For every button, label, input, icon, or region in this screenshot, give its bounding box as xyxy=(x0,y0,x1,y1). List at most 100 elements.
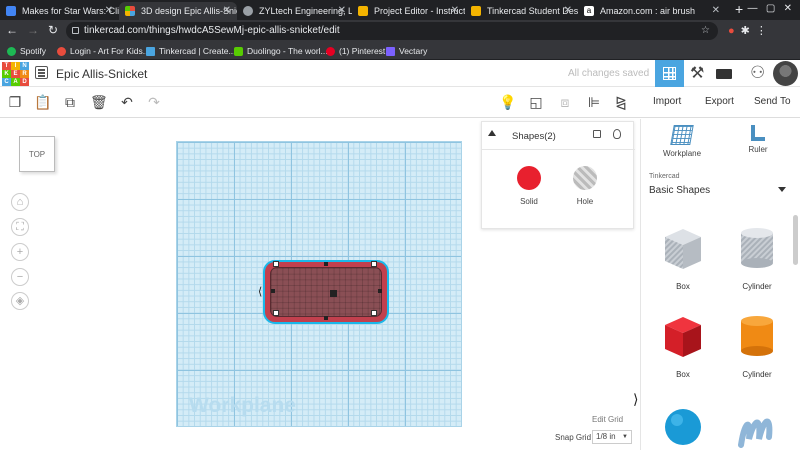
group-icon[interactable]: ⧈ xyxy=(557,94,573,110)
browser-tab[interactable]: Makes for Star Wars: Cli ✕ xyxy=(0,2,119,20)
note-icon[interactable]: ◱ xyxy=(528,94,544,110)
resize-handle[interactable] xyxy=(378,289,382,293)
design-menu-icon[interactable] xyxy=(35,66,48,79)
bookmark-item[interactable]: Spotify xyxy=(6,44,46,58)
resize-handle[interactable] xyxy=(273,261,279,267)
browser-tab[interactable]: ZYLtech Engineering, LL ✕ xyxy=(237,2,352,20)
pickaxe-icon[interactable]: ⚒ xyxy=(690,63,704,83)
forward-icon[interactable]: → xyxy=(27,23,48,37)
resize-handle[interactable] xyxy=(371,261,377,267)
browser-tab[interactable]: Tinkercad Student Design✕ xyxy=(465,2,578,20)
close-window-icon[interactable]: ✕ xyxy=(784,3,792,14)
resize-handle[interactable] xyxy=(371,310,377,316)
solid-color-swatch[interactable] xyxy=(517,166,541,190)
hole-swatch[interactable] xyxy=(573,166,597,190)
home-view-icon[interactable]: ⌂ xyxy=(11,193,29,211)
shape-cylinder-solid[interactable]: Cylinder xyxy=(722,311,792,379)
shape-scribble[interactable] xyxy=(722,409,792,454)
lock-icon[interactable] xyxy=(593,130,601,138)
bookmark-label: (1) Pinterest xyxy=(339,46,386,56)
bookmark-item[interactable]: Vectary xyxy=(385,44,427,58)
light-bulb-icon[interactable]: 💡 xyxy=(499,94,516,110)
url-field[interactable]: tinkercad.com/things/hwdcA5SewMj-epic-al… xyxy=(66,22,718,40)
url-text[interactable]: tinkercad.com/things/hwdcA5SewMj-epic-al… xyxy=(84,25,340,36)
light-bulb-icon[interactable] xyxy=(613,129,621,139)
bricks-icon[interactable] xyxy=(716,69,732,79)
shape-box-hole[interactable]: Box xyxy=(648,223,718,291)
close-icon[interactable]: ✕ xyxy=(564,2,572,20)
resize-handle[interactable] xyxy=(271,289,275,293)
collapse-caret-icon[interactable] xyxy=(488,130,496,136)
tinkercad-logo[interactable]: TIN KER CAD xyxy=(2,62,29,87)
bookmark-item[interactable]: Tinkercad | Create... xyxy=(145,44,236,58)
snap-grid-select[interactable]: 1/8 in ▼ xyxy=(592,430,632,444)
bookmark-item[interactable]: (1) Pinterest xyxy=(325,44,385,58)
undo-icon[interactable]: ↶ xyxy=(119,94,135,110)
more-icon[interactable]: ⋮ xyxy=(756,25,773,37)
extensions: ●✱⋮ xyxy=(728,24,773,37)
shape-inspector: Shapes(2) Solid Hole xyxy=(481,121,635,229)
shape-sphere[interactable] xyxy=(648,403,718,454)
resize-handle[interactable] xyxy=(273,310,279,316)
add-user-icon[interactable]: ⚇ xyxy=(750,63,765,83)
shape-box-solid[interactable]: Box xyxy=(648,311,718,379)
back-icon[interactable]: ← xyxy=(6,23,27,37)
close-icon[interactable]: ✕ xyxy=(338,2,346,20)
puzzle-icon[interactable]: ✱ xyxy=(741,25,756,37)
export-button[interactable]: Export xyxy=(705,96,734,107)
duplicate-icon[interactable]: ⧉ xyxy=(62,94,78,110)
close-icon[interactable]: ✕ xyxy=(105,2,113,20)
chevron-right-icon[interactable]: ⟩ xyxy=(633,391,638,408)
extension-icon[interactable]: ● xyxy=(728,25,741,37)
workplane-button-label: Workplane xyxy=(662,149,702,158)
import-button[interactable]: Import xyxy=(653,96,681,107)
maximize-icon[interactable]: ▢ xyxy=(766,3,775,14)
browser-tab-active[interactable]: 3D design Epic Allis-Snic ✕ xyxy=(119,2,237,20)
mirror-icon[interactable]: ⧎ xyxy=(613,94,629,110)
solid-option[interactable]: Solid xyxy=(509,166,549,206)
workplane-button[interactable]: Workplane xyxy=(657,125,707,158)
close-icon[interactable]: ✕ xyxy=(712,2,720,20)
resize-handle[interactable] xyxy=(324,316,328,320)
bookmark-item[interactable]: Duolingo - The worl... xyxy=(233,44,328,58)
hole-shape[interactable] xyxy=(270,267,382,317)
resize-handle[interactable] xyxy=(324,262,328,266)
view-cube[interactable]: TOP xyxy=(19,136,55,172)
lock-icon[interactable] xyxy=(72,27,79,34)
trash-icon[interactable]: 🗑 xyxy=(90,94,108,110)
fit-view-icon[interactable]: ⛶ xyxy=(11,218,29,236)
logo-letter: C xyxy=(2,78,11,86)
chevron-down-icon[interactable] xyxy=(778,187,786,192)
bookmark-star-icon[interactable]: ☆ xyxy=(701,22,710,40)
library-select[interactable]: Basic Shapes xyxy=(649,185,710,196)
design-title[interactable]: Epic Allis-Snicket xyxy=(56,67,147,81)
hole-option[interactable]: Hole xyxy=(565,166,605,206)
avatar[interactable] xyxy=(773,61,798,86)
browser-tab[interactable]: Project Editor - Instructal ✕ xyxy=(352,2,465,20)
selected-shapes[interactable] xyxy=(263,260,389,324)
new-tab-icon[interactable]: + xyxy=(735,1,743,17)
ruler-button[interactable]: Ruler xyxy=(733,125,783,154)
browser-tab[interactable]: a Amazon.com : air brush ✕ xyxy=(578,2,726,20)
center-handle[interactable] xyxy=(330,290,337,297)
redo-icon[interactable]: ↷ xyxy=(146,94,162,110)
paste-icon[interactable]: 📋 xyxy=(34,94,51,110)
bookmark-item[interactable]: Login - Art For Kids... xyxy=(56,44,150,58)
zoom-out-icon[interactable]: − xyxy=(11,268,29,286)
bookmark-label: Vectary xyxy=(399,46,428,56)
reload-icon[interactable]: ↻ xyxy=(48,23,67,37)
minimize-icon[interactable]: — xyxy=(747,3,757,14)
copy-icon[interactable]: ❐ xyxy=(7,94,23,110)
align-icon[interactable]: ⊫ xyxy=(586,94,602,110)
edit-grid-button[interactable]: Edit Grid xyxy=(592,415,623,424)
close-icon[interactable]: ✕ xyxy=(451,2,459,20)
send-to-button[interactable]: Send To xyxy=(754,96,791,107)
rotate-handle-icon[interactable]: ⟨ xyxy=(258,285,262,298)
perspective-icon[interactable]: ◈ xyxy=(11,292,29,310)
close-icon[interactable]: ✕ xyxy=(223,2,231,20)
shape-cylinder-hole[interactable]: Cylinder xyxy=(722,223,792,291)
panel-scrollbar[interactable] xyxy=(793,215,798,265)
3d-design-view-button[interactable] xyxy=(655,60,684,87)
window-controls[interactable]: — ▢ ✕ xyxy=(747,3,792,14)
zoom-in-icon[interactable]: + xyxy=(11,243,29,261)
